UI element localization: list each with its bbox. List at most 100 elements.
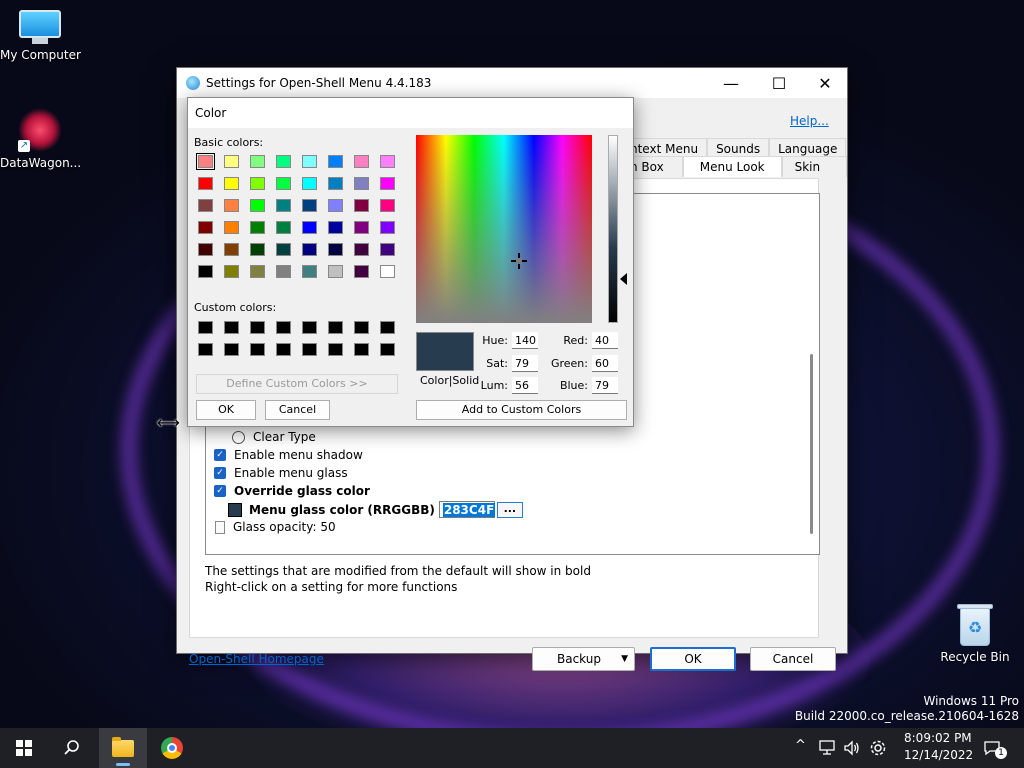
basic-color-swatch[interactable] [250, 199, 265, 212]
settings-titlebar[interactable]: Settings for Open-Shell Menu 4.4.183 — ☐… [177, 68, 847, 98]
option-menu-shadow[interactable]: ✓ Enable menu shadow [214, 448, 363, 462]
settings-gear-icon[interactable] [869, 739, 887, 757]
custom-color-swatch[interactable] [380, 321, 395, 334]
custom-color-swatch[interactable] [198, 321, 213, 334]
basic-color-swatch[interactable] [328, 177, 343, 190]
custom-color-swatch[interactable] [302, 321, 317, 334]
network-icon[interactable] [818, 740, 836, 756]
basic-color-swatch[interactable] [354, 243, 369, 256]
basic-color-swatch[interactable] [302, 177, 317, 190]
color-ok-button[interactable]: OK [196, 400, 256, 420]
checkbox-checked-icon[interactable]: ✓ [214, 485, 226, 497]
add-to-custom-colors-button[interactable]: Add to Custom Colors [416, 400, 627, 420]
cancel-button[interactable]: Cancel [750, 647, 836, 671]
basic-color-swatch[interactable] [354, 221, 369, 234]
color-dialog-title[interactable]: Color [188, 98, 633, 128]
basic-color-swatch[interactable] [354, 177, 369, 190]
basic-color-swatch[interactable] [198, 243, 213, 256]
basic-color-swatch[interactable] [224, 221, 239, 234]
custom-color-swatch[interactable] [198, 343, 213, 356]
basic-color-swatch[interactable] [276, 221, 291, 234]
tray-overflow-chevron[interactable]: ^ [795, 738, 806, 753]
option-menu-glass[interactable]: ✓ Enable menu glass [214, 466, 348, 480]
basic-color-swatch[interactable] [380, 265, 395, 278]
custom-color-swatch[interactable] [224, 321, 239, 334]
sat-input[interactable]: 79 [512, 355, 538, 372]
basic-color-swatch[interactable] [276, 243, 291, 256]
custom-color-swatch[interactable] [276, 321, 291, 334]
custom-color-swatch[interactable] [250, 321, 265, 334]
basic-color-swatch[interactable] [224, 155, 239, 168]
basic-color-swatch[interactable] [328, 265, 343, 278]
basic-color-swatch[interactable] [198, 199, 213, 212]
basic-color-swatch[interactable] [354, 265, 369, 278]
maximize-button[interactable]: ☐ [756, 68, 802, 98]
color-spectrum[interactable] [416, 135, 592, 323]
green-input[interactable]: 60 [592, 355, 618, 372]
hue-input[interactable]: 140 [512, 332, 538, 349]
basic-color-swatch[interactable] [250, 155, 265, 168]
basic-color-swatch[interactable] [224, 265, 239, 278]
glass-color-input[interactable]: 283C4F [438, 501, 496, 518]
volume-icon[interactable] [843, 740, 861, 756]
tab-skin[interactable]: Skin [781, 156, 848, 177]
basic-color-swatch[interactable] [276, 155, 291, 168]
basic-color-swatch[interactable] [354, 155, 369, 168]
basic-color-swatch[interactable] [224, 177, 239, 190]
option-glass-opacity[interactable]: Glass opacity: 50 [214, 520, 336, 534]
red-input[interactable]: 40 [592, 332, 618, 349]
close-button[interactable]: ✕ [802, 68, 848, 98]
basic-color-swatch[interactable] [250, 177, 265, 190]
blue-input[interactable]: 79 [592, 377, 618, 394]
file-explorer-button[interactable] [99, 728, 147, 768]
clock-time[interactable]: 8:09:02 PM [904, 731, 972, 745]
checkbox-checked-icon[interactable]: ✓ [214, 449, 226, 461]
custom-color-swatch[interactable] [380, 343, 395, 356]
basic-color-swatch[interactable] [198, 221, 213, 234]
clock-date[interactable]: 12/14/2022 [904, 748, 973, 762]
basic-color-swatch[interactable] [354, 199, 369, 212]
basic-color-swatch[interactable] [276, 265, 291, 278]
option-glass-color[interactable]: Menu glass color (RRGGBB) 283C4F ... [210, 501, 523, 518]
glass-color-browse-button[interactable]: ... [496, 501, 523, 518]
color-cancel-button[interactable]: Cancel [265, 400, 330, 420]
basic-color-swatch[interactable] [380, 243, 395, 256]
help-link[interactable]: Help... [790, 114, 829, 128]
radio-icon[interactable] [232, 430, 245, 444]
basic-color-swatch[interactable] [328, 221, 343, 234]
homepage-link[interactable]: Open-Shell Homepage [189, 652, 324, 666]
option-clear-type[interactable]: Clear Type [214, 430, 316, 444]
basic-color-swatch[interactable] [302, 199, 317, 212]
backup-button[interactable]: Backup ▼ [532, 647, 635, 671]
basic-color-swatch[interactable] [328, 243, 343, 256]
basic-color-swatch[interactable] [328, 199, 343, 212]
custom-color-swatch[interactable] [250, 343, 265, 356]
basic-color-swatch[interactable] [380, 221, 395, 234]
minimize-button[interactable]: — [708, 68, 754, 98]
basic-color-swatch[interactable] [302, 243, 317, 256]
desktop-icon-datawagon[interactable]: ↗ DataWagon... [0, 108, 81, 170]
basic-color-swatch[interactable] [198, 265, 213, 278]
search-button[interactable] [48, 728, 96, 768]
basic-color-swatch[interactable] [276, 177, 291, 190]
basic-color-swatch[interactable] [198, 177, 213, 190]
basic-color-swatch[interactable] [250, 243, 265, 256]
lum-input[interactable]: 56 [512, 377, 538, 394]
basic-color-swatch[interactable] [250, 221, 265, 234]
option-override-glass[interactable]: ✓ Override glass color [214, 484, 370, 498]
basic-color-swatch[interactable] [380, 177, 395, 190]
basic-color-swatch[interactable] [196, 153, 215, 170]
basic-color-swatch[interactable] [250, 265, 265, 278]
basic-color-swatch[interactable] [380, 155, 395, 168]
basic-color-swatch[interactable] [302, 265, 317, 278]
custom-color-swatch[interactable] [224, 343, 239, 356]
basic-color-swatch[interactable] [380, 199, 395, 212]
custom-color-swatch[interactable] [302, 343, 317, 356]
ok-button[interactable]: OK [650, 647, 736, 671]
custom-color-swatch[interactable] [354, 343, 369, 356]
start-button[interactable] [0, 728, 48, 768]
tab-menu-look[interactable]: Menu Look [682, 156, 782, 177]
basic-color-swatch[interactable] [302, 155, 317, 168]
luminosity-slider[interactable] [608, 135, 618, 323]
basic-color-swatch[interactable] [302, 221, 317, 234]
